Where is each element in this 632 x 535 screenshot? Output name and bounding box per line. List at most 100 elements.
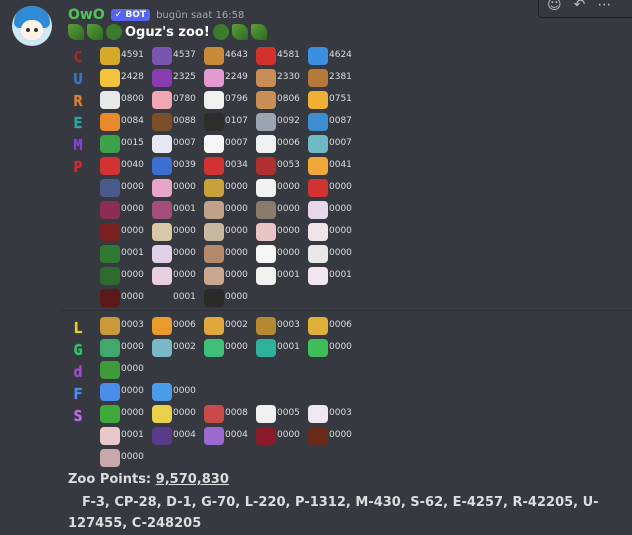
swirl-icon[interactable] bbox=[152, 427, 172, 445]
cow-icon[interactable] bbox=[204, 91, 224, 109]
demon-icon[interactable] bbox=[100, 223, 120, 241]
animal-count: 0005 bbox=[277, 408, 300, 418]
shadow-icon[interactable] bbox=[100, 201, 120, 219]
owl-icon[interactable] bbox=[256, 317, 276, 335]
pig-icon[interactable] bbox=[152, 91, 172, 109]
owl-icon[interactable] bbox=[308, 135, 328, 153]
ghost-icon[interactable] bbox=[308, 405, 328, 423]
snail-icon[interactable] bbox=[204, 69, 224, 87]
dino-icon[interactable] bbox=[100, 339, 120, 357]
avatar[interactable] bbox=[12, 6, 52, 46]
mouse-icon[interactable] bbox=[152, 339, 172, 357]
flag-icon[interactable] bbox=[204, 427, 224, 445]
animal-count: 0806 bbox=[277, 94, 300, 104]
tiger-face-icon[interactable] bbox=[308, 157, 328, 175]
imp-icon[interactable] bbox=[256, 157, 276, 175]
deer-icon[interactable] bbox=[100, 317, 120, 335]
fox-icon[interactable] bbox=[152, 317, 172, 335]
chick-icon[interactable] bbox=[100, 69, 120, 87]
whale-icon[interactable] bbox=[308, 113, 328, 131]
girl-icon[interactable] bbox=[152, 179, 172, 197]
penguin-icon[interactable] bbox=[204, 113, 224, 131]
animal-count: 4643 bbox=[225, 50, 248, 60]
animal-count: 0000 bbox=[225, 204, 248, 214]
horse-icon[interactable] bbox=[152, 157, 172, 175]
devil-icon[interactable] bbox=[204, 157, 224, 175]
fairy-icon[interactable] bbox=[308, 201, 328, 219]
tiger-icon[interactable] bbox=[100, 113, 120, 131]
animal-count: 0001 bbox=[173, 204, 196, 214]
elf-icon[interactable] bbox=[204, 223, 224, 241]
goblin-icon[interactable] bbox=[204, 179, 224, 197]
blob-icon[interactable] bbox=[308, 245, 328, 263]
girl-icon[interactable] bbox=[204, 405, 224, 423]
more-icon[interactable]: ⋯ bbox=[597, 0, 611, 13]
girl-icon[interactable] bbox=[100, 427, 120, 445]
animal-count: 4624 bbox=[329, 50, 352, 60]
darkness-icon[interactable] bbox=[100, 289, 120, 307]
whale-icon[interactable] bbox=[100, 383, 120, 401]
bee-icon[interactable] bbox=[100, 47, 120, 65]
angel-icon[interactable] bbox=[152, 267, 172, 285]
animal-count: 2330 bbox=[277, 72, 300, 82]
caterpillar-icon[interactable] bbox=[152, 47, 172, 65]
herb-icon bbox=[68, 24, 84, 40]
gorilla-icon[interactable] bbox=[204, 339, 224, 357]
blob-icon[interactable] bbox=[256, 179, 276, 197]
cat-icon[interactable] bbox=[308, 91, 328, 109]
panda-icon[interactable] bbox=[256, 245, 276, 263]
girl-icon[interactable] bbox=[204, 267, 224, 285]
ghost-icon[interactable] bbox=[256, 135, 276, 153]
username[interactable]: OwO bbox=[68, 7, 105, 23]
animal-count: 0001 bbox=[121, 430, 144, 440]
snowman-icon[interactable] bbox=[204, 135, 224, 153]
dog-icon[interactable] bbox=[256, 91, 276, 109]
parrot-icon[interactable] bbox=[100, 361, 120, 379]
squirrel-icon[interactable] bbox=[308, 69, 328, 87]
worm-icon[interactable] bbox=[100, 405, 120, 423]
pet-icon[interactable] bbox=[204, 245, 224, 263]
reaper-icon[interactable] bbox=[204, 289, 224, 307]
avatar-eye bbox=[34, 28, 38, 32]
panda-icon[interactable] bbox=[256, 405, 276, 423]
cat-icon[interactable] bbox=[100, 179, 120, 197]
reply-icon[interactable]: ↶ bbox=[574, 0, 586, 13]
zoo-title: Oguz's zoo! bbox=[68, 24, 267, 40]
butterfly-icon[interactable] bbox=[308, 47, 328, 65]
skull-icon[interactable] bbox=[256, 267, 276, 285]
dragon-icon[interactable] bbox=[100, 135, 120, 153]
octopus-icon[interactable] bbox=[308, 317, 328, 335]
cloud-icon[interactable] bbox=[152, 383, 172, 401]
star-icon[interactable] bbox=[152, 405, 172, 423]
animal-count: 0000 bbox=[121, 408, 144, 418]
eagle-icon[interactable] bbox=[152, 113, 172, 131]
fox-icon[interactable] bbox=[152, 245, 172, 263]
snake-icon[interactable] bbox=[100, 245, 120, 263]
lizard-icon[interactable] bbox=[256, 339, 276, 357]
warrior-icon[interactable] bbox=[204, 201, 224, 219]
frog-icon[interactable] bbox=[100, 267, 120, 285]
rose-icon[interactable] bbox=[256, 427, 276, 445]
reindeer-icon[interactable] bbox=[308, 179, 328, 197]
sheep-icon[interactable] bbox=[100, 91, 120, 109]
lion-icon[interactable] bbox=[204, 317, 224, 335]
animal-count: 0000 bbox=[121, 270, 144, 280]
snail-icon[interactable] bbox=[204, 47, 224, 65]
girl-icon[interactable] bbox=[152, 201, 172, 219]
girl-icon[interactable] bbox=[152, 223, 172, 241]
spider-icon[interactable] bbox=[308, 339, 328, 357]
maid-icon[interactable] bbox=[100, 449, 120, 467]
lady-icon[interactable] bbox=[308, 223, 328, 241]
bird-icon[interactable] bbox=[100, 157, 120, 175]
bunny-icon[interactable] bbox=[308, 267, 328, 285]
bug-icon[interactable] bbox=[152, 69, 172, 87]
maid-icon[interactable] bbox=[256, 223, 276, 241]
ladybug-icon[interactable] bbox=[256, 47, 276, 65]
elephant-icon[interactable] bbox=[256, 113, 276, 131]
mage-icon[interactable] bbox=[256, 201, 276, 219]
unicorn-icon[interactable] bbox=[152, 135, 172, 153]
animal-count: 0007 bbox=[225, 138, 248, 148]
dog-icon[interactable] bbox=[256, 69, 276, 87]
reaction-icon[interactable]: ☺ bbox=[547, 0, 562, 13]
woman-icon[interactable] bbox=[308, 427, 328, 445]
